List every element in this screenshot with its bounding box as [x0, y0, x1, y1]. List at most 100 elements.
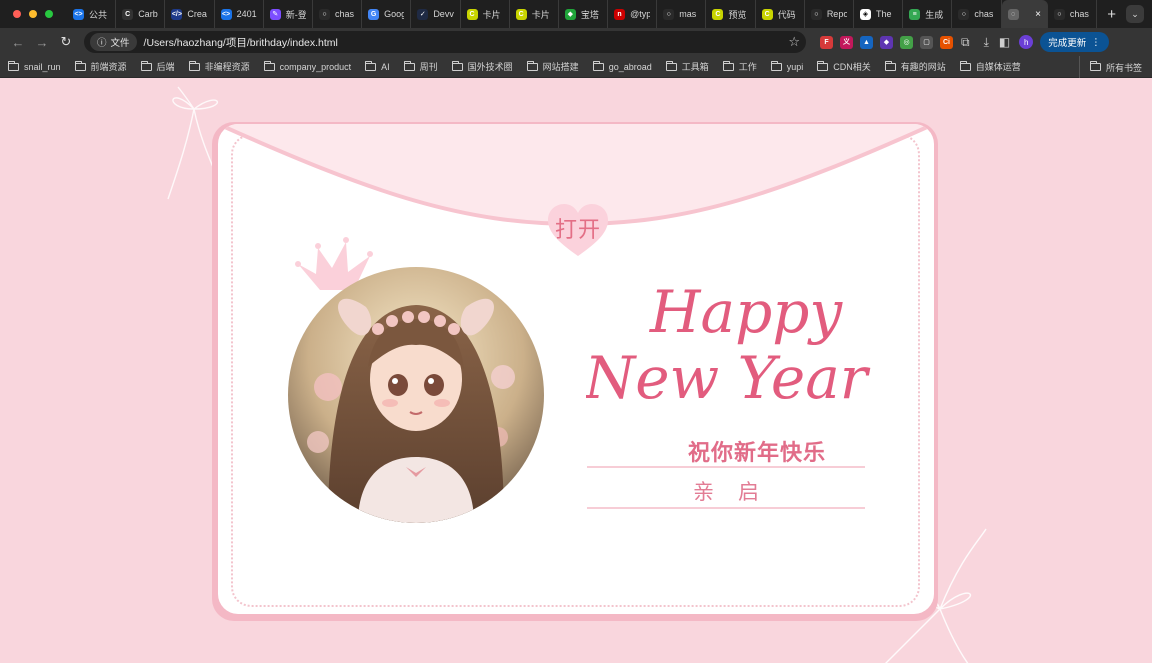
bookmark-folder[interactable]: go_abroad [592, 60, 652, 72]
url-text[interactable]: /Users/haozhang/项目/brithday/index.html [144, 35, 789, 50]
folder-icon [188, 60, 200, 71]
bookmark-folder[interactable]: 网站搭建 [526, 60, 579, 73]
bookmark-folder[interactable]: AI [365, 60, 390, 72]
browser-tab[interactable]: C 卡片 [461, 0, 510, 28]
tab-favicon-icon: ≡ [909, 8, 921, 20]
browser-tab[interactable]: ○ Repo [805, 0, 854, 28]
close-window-button[interactable] [13, 10, 21, 18]
tab-title: 卡片 [482, 9, 501, 20]
browser-tab[interactable]: ✎ 新-登 [264, 0, 313, 28]
bookmark-folder[interactable]: CDN相关 [817, 60, 871, 73]
browser-tab[interactable]: ◈ The [854, 0, 904, 28]
bookmark-label: 后端 [156, 62, 175, 72]
bookmark-folder[interactable]: 工具箱 [665, 60, 709, 73]
bookmark-label: CDN相关 [833, 62, 871, 72]
tab-search-button[interactable]: ⌄ [1126, 5, 1144, 23]
extensions-area: F 义 ▲ ◆ ◎ ▢ Ci [820, 35, 953, 49]
browser-tab[interactable]: ✓ Devv [411, 0, 461, 28]
page-viewport: 打开 Happy New Year 祝你新年快乐 亲启 [0, 79, 1152, 663]
bookmark-folder[interactable]: 前端资源 [74, 60, 127, 73]
browser-tab[interactable]: ○ chas [952, 0, 1002, 28]
browser-tab[interactable]: ○ mas [657, 0, 707, 28]
puzzle-extensions-icon[interactable]: ⧉ [961, 35, 970, 50]
tab-title: 卡片 [531, 9, 550, 20]
tab-favicon-icon: ○ [318, 8, 330, 20]
new-tab-button[interactable]: + [1097, 6, 1126, 23]
close-tab-icon[interactable]: × [1035, 9, 1041, 20]
tab-favicon-icon: <> [73, 8, 84, 20]
extension-icon[interactable]: F [820, 35, 833, 49]
folder-icon [722, 60, 734, 71]
bookmark-folder[interactable]: 工作 [722, 60, 757, 73]
tab-title: chas [974, 9, 994, 19]
reload-button[interactable]: ↻ [54, 34, 78, 50]
bookmark-folder[interactable]: 有趣的网站 [884, 60, 946, 73]
bookmark-star-icon[interactable]: ☆ [788, 34, 800, 50]
all-bookmarks-button[interactable]: 所有书签 [1078, 56, 1142, 78]
tab-title: 2401 [236, 9, 257, 19]
profile-avatar[interactable]: h [1019, 35, 1034, 49]
site-info-chip[interactable]: ⓘ 文件 [90, 33, 137, 51]
divider-line [587, 507, 865, 509]
open-button[interactable]: 打开 [548, 212, 608, 244]
browser-tab[interactable]: C 代码 [756, 0, 805, 28]
tab-favicon-icon: </> [171, 8, 183, 20]
bookmark-folder[interactable]: 国外技术圈 [451, 60, 513, 73]
wish-text: 祝你新年快乐 [688, 441, 827, 466]
bookmark-folder[interactable]: 自媒体运营 [959, 60, 1021, 73]
browser-tab[interactable]: n @typ [608, 0, 658, 28]
folder-icon [665, 60, 677, 71]
browser-tab[interactable]: G Goog [362, 0, 412, 28]
greeting-line2: New Year [586, 344, 871, 412]
bookmark-folder[interactable]: yupi [770, 60, 804, 72]
bookmark-folder[interactable]: snail_run [8, 60, 61, 72]
bookmark-folder[interactable]: company_product [263, 60, 351, 72]
extension-icon[interactable]: ◆ [880, 35, 893, 49]
tab-favicon-icon: C [515, 8, 527, 20]
bookmark-folder[interactable]: 后端 [140, 60, 175, 73]
browser-tab[interactable]: C Carb [116, 0, 166, 28]
side-panel-icon[interactable]: ◧ [999, 35, 1010, 49]
bookmark-label: yupi [786, 61, 804, 72]
browser-tab[interactable]: <> 2401 [215, 0, 264, 28]
tab-favicon-icon: ✎ [269, 8, 281, 20]
browser-tab[interactable]: C 预览 [706, 0, 756, 28]
extension-icon[interactable]: Ci [940, 35, 953, 49]
minimize-window-button[interactable] [29, 10, 37, 18]
tab-title: Carb [138, 9, 158, 19]
browser-tab[interactable]: ◌ × [1001, 0, 1048, 28]
tab-title: 新-登 [285, 9, 306, 20]
back-button[interactable]: ← [6, 35, 30, 50]
extension-icon[interactable]: 义 [840, 35, 853, 49]
envelope-card: 打开 Happy New Year 祝你新年快乐 亲启 [218, 124, 934, 614]
tab-favicon-icon: ✓ [417, 8, 429, 20]
maximize-window-button[interactable] [45, 10, 53, 18]
tab-favicon-icon: ◈ [860, 8, 871, 20]
bookmark-folder[interactable]: 非编程资源 [188, 60, 250, 73]
folder-icon [770, 60, 782, 71]
folder-icon [592, 60, 604, 71]
browser-tab[interactable]: <> 公共 [67, 0, 117, 28]
browser-tab[interactable]: </> Crea [165, 0, 215, 28]
download-icon[interactable]: ⤓ [984, 35, 989, 50]
bookmark-label: AI [381, 61, 390, 72]
browser-tab[interactable]: C 卡片 [510, 0, 559, 28]
browser-tab[interactable]: ≡ 生成 [903, 0, 953, 28]
tab-title: 生成 [925, 9, 944, 20]
tab-title: Crea [187, 9, 207, 19]
browser-tab[interactable]: ◆ 宝塔 [559, 0, 609, 28]
update-button[interactable]: 完成更新 ⋮ [1040, 32, 1109, 52]
extension-icon[interactable]: ▢ [920, 35, 933, 49]
folder-icon [8, 60, 19, 71]
extension-icon[interactable]: ▲ [860, 35, 873, 49]
tab-favicon-icon: C [466, 8, 478, 20]
info-icon: ⓘ [97, 38, 107, 49]
browser-tab[interactable]: ○ chas [1048, 0, 1098, 28]
bookmark-label: 非编程资源 [204, 62, 250, 72]
extension-icon[interactable]: ◎ [900, 35, 913, 49]
bookmark-list: snail_run 前端资源 后端 非编程资源 company_product AI 周刊 国… [8, 60, 1035, 73]
address-bar[interactable]: ⓘ 文件 /Users/haozhang/项目/brithday/index.h… [84, 31, 806, 53]
browser-tab[interactable]: ○ chas [313, 0, 363, 28]
bookmark-folder[interactable]: 周刊 [403, 60, 438, 73]
forward-button[interactable]: → [30, 35, 54, 50]
